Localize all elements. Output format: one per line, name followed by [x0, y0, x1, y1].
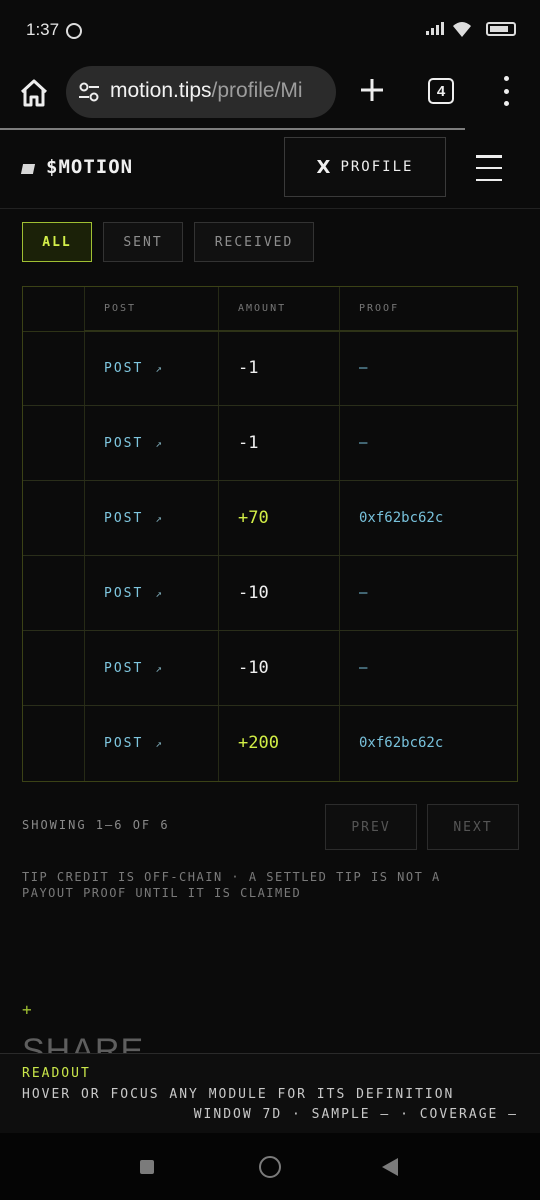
column-header-post: POST	[84, 287, 218, 331]
site-settings-icon[interactable]	[78, 82, 100, 102]
amount-value: +200	[238, 733, 279, 753]
external-link-icon: ↗	[155, 586, 164, 600]
tab-switcher-button[interactable]: 4	[428, 78, 454, 104]
post-link[interactable]: POST ↗	[84, 706, 164, 780]
table-row: POST ↗ -10 —	[23, 631, 517, 706]
post-link[interactable]: POST ↗	[84, 481, 164, 555]
external-link-icon: ↗	[155, 736, 164, 750]
section-plus-icon: +	[22, 1000, 32, 1019]
wifi-icon	[453, 22, 471, 37]
post-link-label: POST	[104, 585, 144, 601]
site-header: $MOTION X PROFILE	[0, 130, 540, 209]
system-navigation-bar	[0, 1133, 540, 1200]
logo-icon	[20, 164, 36, 174]
table-row: POST ↗ +70 0xf62bc62c	[23, 481, 517, 556]
status-time: 1:37	[26, 20, 60, 39]
external-link-icon: ↗	[155, 361, 164, 375]
hamburger-menu-icon[interactable]	[476, 155, 502, 181]
filter-tab-received[interactable]: RECEIVED	[194, 222, 314, 262]
readout-meta: WINDOW 7D · SAMPLE — · COVERAGE —	[193, 1107, 518, 1122]
post-link-label: POST	[104, 435, 144, 451]
table-row: POST ↗ -1 —	[23, 331, 517, 406]
x-profile-button[interactable]: X PROFILE	[284, 137, 446, 197]
amount-value: -1	[238, 433, 259, 453]
prev-page-button[interactable]: PREV	[325, 804, 417, 850]
home-icon[interactable]	[18, 77, 50, 109]
column-header-proof: PROOF	[339, 287, 517, 331]
external-link-icon: ↗	[155, 661, 164, 675]
address-bar[interactable]: motion.tips/profile/Mi	[66, 66, 336, 118]
url-text[interactable]: motion.tips/profile/Mi	[110, 79, 328, 103]
column-header-amount: AMOUNT	[218, 287, 339, 331]
post-link-label: POST	[104, 510, 144, 526]
tips-table: POST AMOUNT PROOF POST ↗ -1 — POST ↗ -1 — …	[22, 286, 518, 782]
home-nav-icon[interactable]	[259, 1156, 281, 1178]
post-link[interactable]: POST ↗	[84, 331, 164, 405]
browser-toolbar: motion.tips/profile/Mi 4	[0, 62, 540, 130]
proof-value: —	[359, 360, 368, 376]
new-tab-icon[interactable]	[358, 76, 386, 104]
url-path: /profile/Mi	[211, 79, 303, 102]
amount-value: -10	[238, 583, 269, 603]
external-link-icon: ↗	[155, 436, 164, 450]
post-link-label: POST	[104, 360, 144, 376]
pagination-summary: SHOWING 1–6 OF 6	[22, 818, 170, 832]
filter-tab-all[interactable]: ALL	[22, 222, 92, 262]
recents-icon[interactable]	[140, 1160, 154, 1174]
brand-name[interactable]: $MOTION	[46, 156, 133, 178]
url-domain: motion.tips	[110, 79, 212, 102]
proof-link[interactable]: 0xf62bc62c	[339, 706, 443, 780]
signal-icon	[426, 22, 444, 35]
external-link-icon: ↗	[155, 511, 164, 525]
post-link[interactable]: POST ↗	[84, 556, 164, 630]
profile-label: PROFILE	[340, 159, 414, 175]
table-row: POST ↗ -1 —	[23, 406, 517, 481]
filter-tab-sent[interactable]: SENT	[103, 222, 183, 262]
disclaimer-note: TIP CREDIT IS OFF-CHAIN · A SETTLED TIP …	[22, 870, 441, 900]
post-link[interactable]: POST ↗	[84, 631, 164, 705]
table-row: POST ↗ -10 —	[23, 556, 517, 631]
post-link-label: POST	[104, 660, 144, 676]
post-link-label: POST	[104, 735, 144, 751]
post-link[interactable]: POST ↗	[84, 406, 164, 480]
readout-description: HOVER OR FOCUS ANY MODULE FOR ITS DEFINI…	[22, 1087, 455, 1102]
battery-icon	[486, 22, 516, 36]
readout-panel: READOUT HOVER OR FOCUS ANY MODULE FOR IT…	[0, 1053, 540, 1134]
proof-value: —	[359, 435, 368, 451]
x-logo-icon: X	[316, 156, 331, 178]
notification-icon	[66, 23, 82, 39]
amount-value: -1	[238, 358, 259, 378]
readout-title: READOUT	[22, 1066, 91, 1081]
proof-value: —	[359, 585, 368, 601]
next-page-button[interactable]: NEXT	[427, 804, 519, 850]
proof-link[interactable]: 0xf62bc62c	[339, 481, 443, 555]
amount-value: +70	[238, 508, 269, 528]
back-icon[interactable]	[382, 1158, 398, 1176]
status-bar: 1:37	[0, 0, 540, 62]
proof-value: —	[359, 660, 368, 676]
amount-value: -10	[238, 658, 269, 678]
more-options-icon[interactable]	[498, 76, 514, 106]
table-row: POST ↗ +200 0xf62bc62c	[23, 706, 517, 781]
